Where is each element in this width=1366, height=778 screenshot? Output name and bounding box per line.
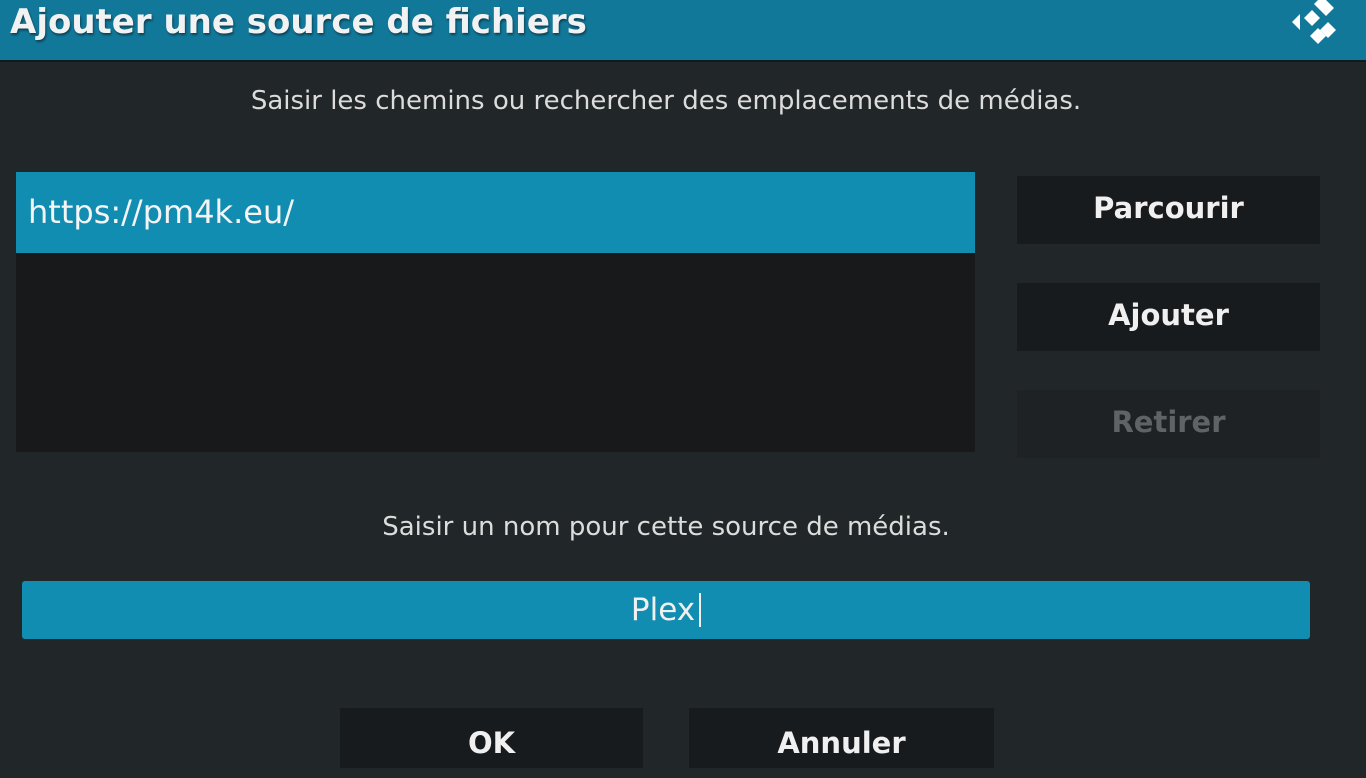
source-name-input[interactable]: Plex xyxy=(22,581,1310,639)
cancel-button[interactable]: Annuler xyxy=(689,708,994,768)
browse-button[interactable]: Parcourir xyxy=(1017,176,1320,244)
text-caret xyxy=(699,592,702,627)
dialog-header: Ajouter une source de fichiers xyxy=(0,0,1366,62)
ok-button[interactable]: OK xyxy=(340,708,643,768)
paths-instruction: Saisir les chemins ou rechercher des emp… xyxy=(250,86,1082,116)
kodi-logo-icon xyxy=(1288,0,1348,54)
path-list-item[interactable]: https://pm4k.eu/ xyxy=(16,172,975,253)
source-name-value: Plex xyxy=(630,592,696,628)
path-list[interactable]: https://pm4k.eu/ xyxy=(16,172,975,452)
dialog-title: Ajouter une source de fichiers xyxy=(10,2,587,42)
name-instruction: Saisir un nom pour cette source de média… xyxy=(382,512,950,542)
add-button[interactable]: Ajouter xyxy=(1017,283,1320,351)
remove-button[interactable]: Retirer xyxy=(1017,390,1320,458)
